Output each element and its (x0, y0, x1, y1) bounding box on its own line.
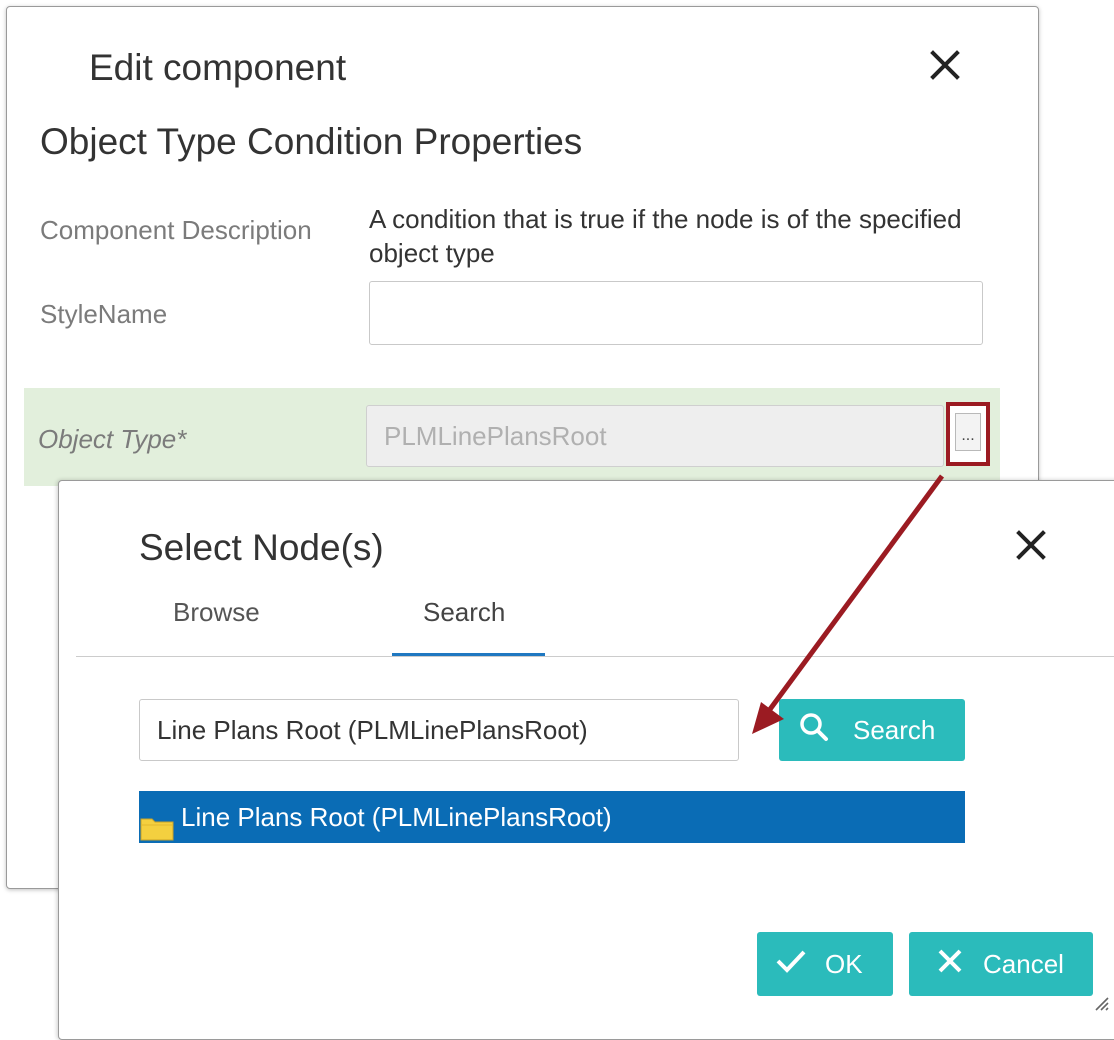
browse-button[interactable]: ... (955, 413, 981, 451)
ok-button[interactable]: OK (757, 932, 893, 996)
folder-icon (140, 806, 174, 858)
search-button[interactable]: Search (779, 699, 965, 761)
stylename-input[interactable] (369, 281, 983, 345)
close-icon (937, 948, 963, 981)
object-type-field[interactable]: PLMLinePlansRoot (366, 405, 944, 467)
search-icon (799, 712, 829, 749)
search-button-label: Search (853, 714, 936, 745)
section-title: Object Type Condition Properties (40, 121, 583, 162)
ok-button-label: OK (825, 948, 863, 979)
check-icon (775, 948, 807, 981)
object-type-row: Object Type* PLMLinePlansRoot ... (24, 388, 1000, 486)
component-description-value: A condition that is true if the node is … (369, 204, 962, 268)
select-nodes-dialog: Select Node(s) Browse Search Search Line… (58, 480, 1114, 1040)
list-item[interactable]: Line Plans Root (PLMLinePlansRoot) (139, 791, 965, 843)
tab-divider (76, 656, 1114, 657)
stylename-label: StyleName (40, 299, 168, 329)
close-icon[interactable] (925, 45, 965, 85)
cancel-button-label: Cancel (983, 948, 1064, 979)
tab-browse[interactable]: Browse (173, 597, 260, 628)
object-type-label: Object Type* (38, 424, 187, 454)
component-description-label: Component Description (40, 215, 312, 245)
close-icon[interactable] (1011, 525, 1051, 565)
cancel-button[interactable]: Cancel (909, 932, 1093, 996)
dialog-title: Select Node(s) (139, 527, 384, 568)
tab-search[interactable]: Search (423, 597, 505, 628)
browse-button-highlight[interactable]: ... (946, 402, 990, 466)
dialog-title: Edit component (89, 47, 347, 88)
search-input[interactable] (139, 699, 739, 761)
resize-grip-icon[interactable] (1088, 990, 1110, 1012)
list-item-label: Line Plans Root (PLMLinePlansRoot) (181, 802, 612, 832)
